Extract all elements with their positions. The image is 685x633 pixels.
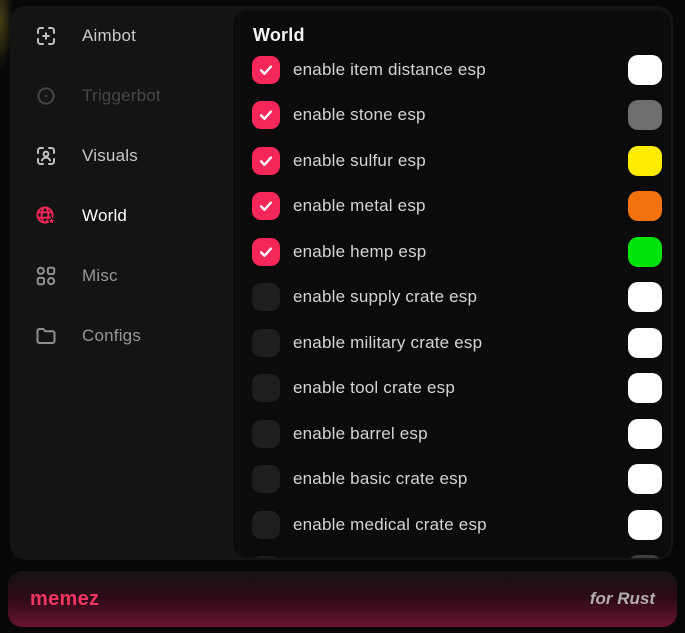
color-swatch-supply-crate-esp[interactable] [628, 282, 662, 312]
esp-option-label: enable basic crate esp [293, 469, 628, 489]
esp-option-label: enable hemp esp [293, 242, 628, 262]
sidebar-item-triggerbot[interactable]: Triggerbot [10, 66, 233, 126]
esp-option-label: enable sulfur esp [293, 151, 628, 171]
color-swatch-medical-crate-esp[interactable] [628, 510, 662, 540]
unchecked-checkbox-partial-row[interactable] [252, 556, 280, 558]
color-swatch-partial-row[interactable] [628, 555, 662, 558]
esp-option-row-metal-esp: enable metal esp [233, 184, 671, 230]
sidebar-item-aimbot[interactable]: Aimbot [10, 6, 233, 66]
unchecked-checkbox-tool-crate-esp[interactable] [252, 374, 280, 402]
check-icon [257, 243, 275, 261]
sidebar-item-label: Configs [82, 326, 141, 346]
color-swatch-tool-crate-esp[interactable] [628, 373, 662, 403]
checked-checkbox-sulfur-esp[interactable] [252, 147, 280, 175]
color-swatch-basic-crate-esp[interactable] [628, 464, 662, 494]
color-swatch-barrel-esp[interactable] [628, 419, 662, 449]
sidebar-item-label: World [82, 206, 127, 226]
misc-icon [34, 264, 58, 288]
unchecked-checkbox-supply-crate-esp[interactable] [252, 283, 280, 311]
color-swatch-stone-esp[interactable] [628, 100, 662, 130]
unchecked-checkbox-barrel-esp[interactable] [252, 420, 280, 448]
checked-checkbox-metal-esp[interactable] [252, 192, 280, 220]
esp-option-row-supply-crate-esp: enable supply crate esp [233, 275, 671, 321]
color-swatch-metal-esp[interactable] [628, 191, 662, 221]
footer-bar: memez for Rust [8, 571, 677, 627]
esp-option-row-tool-crate-esp: enable tool crate esp [233, 366, 671, 412]
world-panel: World enable item distance esp enable st… [233, 10, 671, 558]
configs-icon [34, 324, 58, 348]
esp-option-row-basic-crate-esp: enable basic crate esp [233, 457, 671, 503]
esp-option-label: enable tool crate esp [293, 378, 628, 398]
cheat-menu-window: Aimbot Triggerbot Visuals World Misc [10, 6, 673, 560]
esp-options-list: enable item distance esp enable stone es… [233, 47, 671, 558]
sidebar: Aimbot Triggerbot Visuals World Misc [10, 6, 233, 560]
brand-label: memez [30, 588, 99, 611]
esp-option-row-barrel-esp: enable barrel esp [233, 411, 671, 457]
checked-checkbox-item-distance-esp[interactable] [252, 56, 280, 84]
esp-option-row-stone-esp: enable stone esp [233, 93, 671, 139]
esp-option-label: enable military crate esp [293, 333, 628, 353]
esp-option-row-partial-row [233, 548, 671, 559]
esp-option-label: enable stone esp [293, 105, 628, 125]
triggerbot-icon [34, 84, 58, 108]
world-icon [34, 204, 58, 228]
aimbot-icon [34, 24, 58, 48]
color-swatch-military-crate-esp[interactable] [628, 328, 662, 358]
esp-option-row-medical-crate-esp: enable medical crate esp [233, 502, 671, 548]
color-swatch-hemp-esp[interactable] [628, 237, 662, 267]
esp-option-label: enable item distance esp [293, 60, 628, 80]
sidebar-item-label: Triggerbot [82, 86, 161, 106]
esp-option-label: enable supply crate esp [293, 287, 628, 307]
sidebar-item-label: Misc [82, 266, 118, 286]
color-swatch-item-distance-esp[interactable] [628, 55, 662, 85]
esp-option-row-military-crate-esp: enable military crate esp [233, 320, 671, 366]
checked-checkbox-hemp-esp[interactable] [252, 238, 280, 266]
check-icon [257, 197, 275, 215]
unchecked-checkbox-military-crate-esp[interactable] [252, 329, 280, 357]
sidebar-item-label: Visuals [82, 146, 138, 166]
unchecked-checkbox-medical-crate-esp[interactable] [252, 511, 280, 539]
esp-option-label: enable barrel esp [293, 424, 628, 444]
esp-option-label: enable medical crate esp [293, 515, 628, 535]
esp-option-row-item-distance-esp: enable item distance esp [233, 47, 671, 93]
page-title: World [253, 25, 671, 46]
color-swatch-sulfur-esp[interactable] [628, 146, 662, 176]
sidebar-item-label: Aimbot [82, 26, 136, 46]
sidebar-item-configs[interactable]: Configs [10, 306, 233, 366]
checked-checkbox-stone-esp[interactable] [252, 101, 280, 129]
sidebar-item-world[interactable]: World [10, 186, 233, 246]
sidebar-item-visuals[interactable]: Visuals [10, 126, 233, 186]
esp-option-row-hemp-esp: enable hemp esp [233, 229, 671, 275]
esp-option-label: enable metal esp [293, 196, 628, 216]
visuals-icon [34, 144, 58, 168]
tagline-label: for Rust [590, 589, 655, 609]
check-icon [257, 152, 275, 170]
esp-option-row-sulfur-esp: enable sulfur esp [233, 138, 671, 184]
sidebar-item-misc[interactable]: Misc [10, 246, 233, 306]
check-icon [257, 61, 275, 79]
check-icon [257, 106, 275, 124]
unchecked-checkbox-basic-crate-esp[interactable] [252, 465, 280, 493]
